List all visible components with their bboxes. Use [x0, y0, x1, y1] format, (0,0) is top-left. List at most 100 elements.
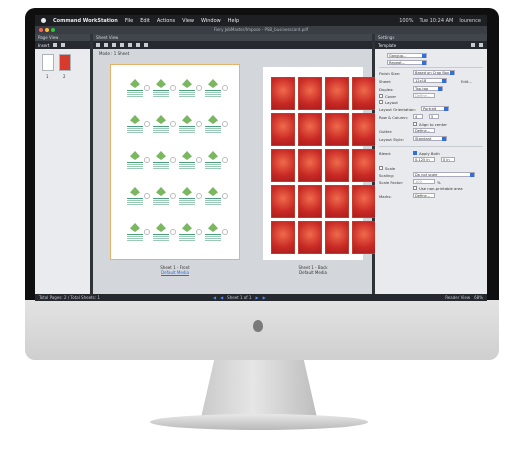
marks-tool-icon[interactable] — [136, 43, 140, 47]
leaf-logo-icon — [130, 187, 140, 196]
page-view-toolbar: Insert — [35, 41, 90, 49]
duplex-select[interactable]: Top-top — [413, 86, 443, 91]
sheet-view-panel: Mode : 1 Sheet Sheet 1 - Front Default M… — [93, 49, 376, 294]
page-thumbnail-front[interactable] — [42, 54, 54, 71]
leaf-logo-icon — [130, 115, 140, 124]
duplicate-page-icon[interactable] — [53, 43, 58, 47]
apple-menu-icon[interactable] — [41, 18, 46, 23]
back-card — [298, 113, 322, 146]
leaf-logo-icon — [182, 115, 192, 124]
zoom-tool-icon[interactable] — [112, 43, 116, 47]
monitor-stand-base — [150, 414, 368, 430]
sheet-edit-button[interactable]: Edit... — [461, 79, 472, 84]
cover-label: Cover — [385, 94, 397, 99]
clock[interactable]: Tue 10:24 AM — [419, 18, 453, 24]
window-controls — [39, 28, 55, 32]
pan-tool-icon[interactable] — [104, 43, 108, 47]
apply-both-checkbox[interactable] — [413, 151, 417, 155]
user-name[interactable]: lourence — [459, 18, 481, 24]
front-media-link[interactable]: Default Media — [145, 270, 205, 275]
marks-define-button[interactable]: Define... — [413, 193, 435, 198]
battery-level[interactable]: 100% — [399, 18, 413, 24]
leaf-logo-icon — [130, 79, 140, 88]
cover-define-button[interactable]: Define... — [413, 93, 435, 98]
front-card — [122, 73, 150, 109]
zoom-window-button[interactable] — [51, 28, 55, 32]
next-sheet-icon[interactable]: ▶ — [255, 295, 258, 300]
bleed-y-input[interactable]: 0 in — [441, 157, 455, 162]
sheet-front-preview[interactable] — [110, 64, 240, 260]
last-sheet-icon[interactable]: ▶ — [263, 295, 266, 300]
delete-page-icon[interactable] — [61, 43, 66, 47]
page-number: 1 — [46, 74, 49, 79]
first-sheet-icon[interactable]: ◀ — [213, 295, 216, 300]
crop-circle-mark — [222, 121, 228, 127]
settings-panel: Gangup... Repeat... Finish Size: Based o… — [375, 49, 487, 294]
minimize-window-button[interactable] — [45, 28, 49, 32]
pointer-tool-icon[interactable] — [96, 43, 100, 47]
delete-template-icon[interactable] — [479, 43, 483, 47]
cover-checkbox[interactable] — [379, 94, 383, 98]
bleed-x-input[interactable]: 0.125 in — [413, 157, 435, 162]
leaf-logo-icon — [182, 223, 192, 232]
card-text-lines — [153, 162, 169, 163]
settings-toolbar: Template — [375, 41, 487, 49]
menu-view[interactable]: View — [182, 18, 194, 24]
zoom-level[interactable]: 68% — [474, 295, 483, 300]
back-card — [271, 185, 295, 218]
settings-title: Settings — [378, 35, 395, 40]
front-card — [174, 73, 202, 109]
screen: Command WorkStation File Edit Actions Vi… — [35, 15, 487, 301]
menu-window[interactable]: Window — [201, 18, 221, 24]
back-card — [352, 149, 376, 182]
columns-input[interactable]: 5 — [429, 114, 439, 119]
menu-actions[interactable]: Actions — [157, 18, 175, 24]
scaling-select[interactable]: Do not scale — [413, 172, 475, 177]
save-template-icon[interactable] — [471, 43, 475, 47]
bleed-label: Bleed: — [379, 151, 392, 156]
front-card — [148, 109, 176, 145]
monitor-stand-neck — [200, 360, 318, 422]
leaf-logo-icon — [182, 79, 192, 88]
use-nonprintable-checkbox[interactable] — [413, 186, 417, 190]
rotate-tool-icon[interactable] — [120, 43, 124, 47]
scale-factor-input[interactable]: 100 — [413, 179, 435, 184]
gangup-select[interactable]: Gangup... — [387, 53, 427, 58]
layout-tool-icon[interactable] — [144, 43, 148, 47]
prev-sheet-icon[interactable]: ◀ — [220, 295, 223, 300]
layout-orientation-select[interactable]: Portrait — [421, 106, 449, 111]
insert-menu[interactable]: Insert — [38, 43, 49, 48]
layout-style-select[interactable]: Standard — [413, 136, 447, 141]
menu-help[interactable]: Help — [228, 18, 239, 24]
repeat-select[interactable]: Repeat... — [387, 60, 427, 65]
layout-checkbox[interactable] — [379, 100, 383, 104]
gutter-label: Gutter: — [379, 129, 393, 134]
rows-input[interactable]: 4 — [413, 114, 423, 119]
scale-factor-label: Scale Factor: — [379, 180, 404, 185]
menu-file[interactable]: File — [125, 18, 133, 24]
crop-circle-mark — [222, 193, 228, 199]
page-number: 2 — [63, 74, 66, 79]
page-thumbnail-back[interactable] — [59, 54, 71, 71]
app-menu[interactable]: Command WorkStation — [53, 18, 118, 24]
align-center-checkbox[interactable] — [413, 122, 417, 126]
scale-checkbox[interactable] — [379, 166, 383, 170]
gutter-define-button[interactable]: Define... — [413, 128, 435, 133]
sheet-size-select[interactable]: 12x18 — [413, 78, 447, 83]
front-card — [200, 73, 228, 109]
close-window-button[interactable] — [39, 28, 43, 32]
leaf-logo-icon — [208, 187, 218, 196]
sheet-back-preview[interactable] — [263, 67, 376, 260]
back-card — [271, 221, 295, 254]
crop-tool-icon[interactable] — [128, 43, 132, 47]
page-view-title: Page View — [38, 35, 59, 40]
front-card — [200, 145, 228, 181]
back-card — [298, 77, 322, 110]
back-card — [325, 149, 349, 182]
leaf-logo-icon — [208, 151, 218, 160]
back-card — [352, 221, 376, 254]
reader-view-toggle[interactable]: Reader View — [445, 295, 470, 300]
card-text-lines — [179, 234, 195, 235]
finish-size-select[interactable]: Based on Crop Box — [413, 70, 455, 75]
menu-edit[interactable]: Edit — [140, 18, 150, 24]
